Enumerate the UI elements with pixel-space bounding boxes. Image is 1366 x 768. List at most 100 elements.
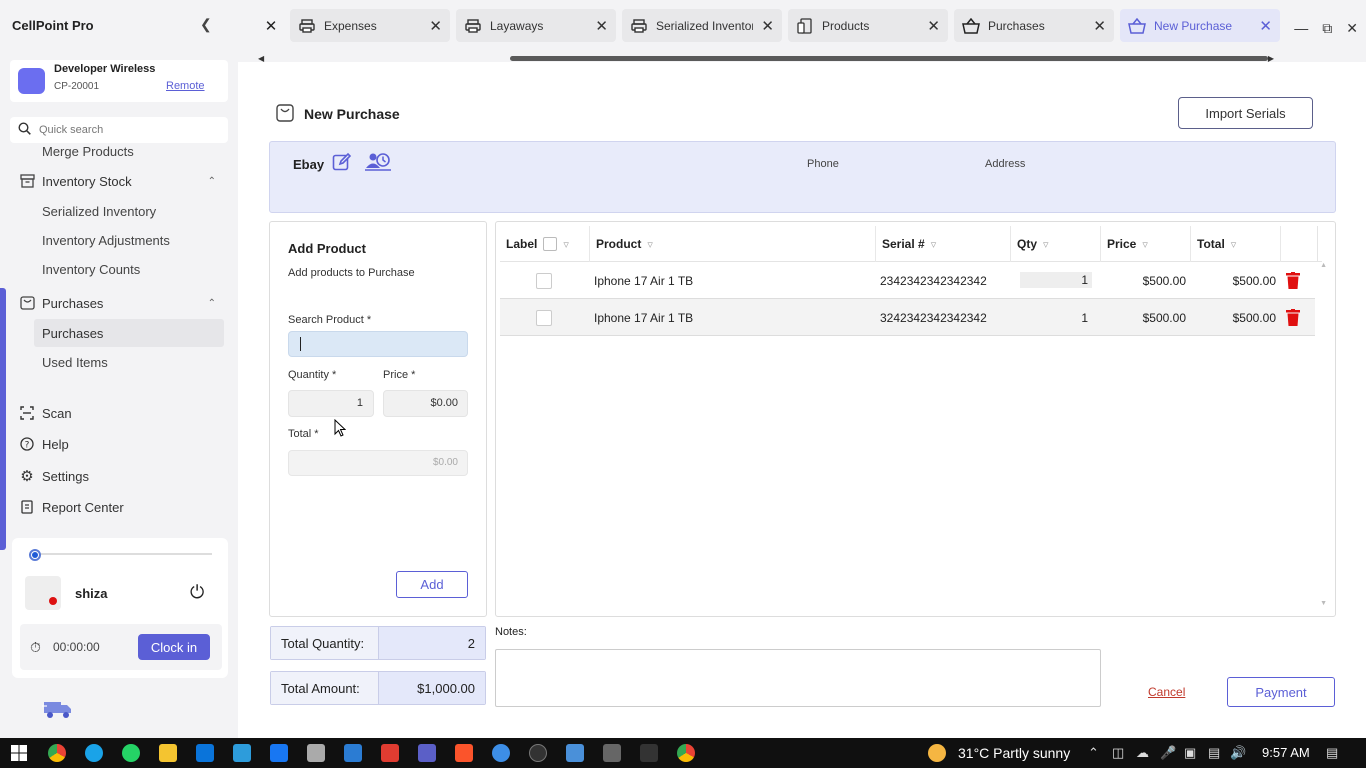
table-row[interactable]: Iphone 17 Air 1 TB 2342342342342342 1 $5…	[500, 262, 1315, 299]
power-icon[interactable]: ⏻	[190, 582, 204, 603]
calculator-icon[interactable]	[603, 744, 621, 762]
sidebar-item-settings[interactable]: ⚙ Settings	[0, 462, 238, 490]
sidebar-item-used-items[interactable]: Used Items	[0, 348, 238, 376]
windows-start-icon[interactable]	[10, 744, 28, 762]
sidebar-item-scan[interactable]: Scan	[0, 399, 238, 427]
weather-text[interactable]: 31°C Partly sunny	[958, 745, 1070, 761]
scrollbar-track[interactable]	[1317, 226, 1331, 262]
chrome-icon[interactable]	[48, 744, 66, 762]
import-serials-button[interactable]: Import Serials	[1178, 97, 1313, 129]
scroll-down-icon[interactable]: ▼	[1320, 600, 1327, 607]
chevron-up-icon[interactable]: ⌃	[1088, 745, 1099, 761]
collapse-sidebar-icon[interactable]: ❮	[200, 16, 212, 33]
app-icon[interactable]	[640, 744, 658, 762]
sidebar-item-serialized-inventory[interactable]: Serialized Inventory	[0, 197, 238, 225]
close-window-icon[interactable]: ✕	[1346, 20, 1358, 37]
sidebar-item-merge-products[interactable]: Merge Products	[0, 137, 238, 165]
filter-icon[interactable]: ▿	[647, 238, 653, 251]
filter-icon[interactable]: ▿	[931, 238, 937, 251]
sidebar-item-help[interactable]: ? Help	[0, 430, 238, 458]
chrome-icon[interactable]	[677, 744, 695, 762]
column-header-serial[interactable]: Serial # ▿	[876, 226, 1011, 262]
store-icon[interactable]	[196, 744, 214, 762]
sidebar-item-purchases[interactable]: Purchases	[34, 319, 224, 347]
teams-icon[interactable]	[418, 744, 436, 762]
filter-icon[interactable]: ▿	[1231, 238, 1237, 251]
tab-layaways[interactable]: Layaways ✕	[456, 9, 616, 42]
snipping-icon[interactable]	[233, 744, 251, 762]
add-button[interactable]: Add	[396, 571, 468, 598]
sidebar-item-inventory-adjustments[interactable]: Inventory Adjustments	[0, 226, 238, 254]
close-icon[interactable]: ✕	[1259, 17, 1272, 35]
sidebar-item-report-center[interactable]: Report Center	[0, 493, 238, 521]
column-header-product[interactable]: Product ▿	[590, 226, 876, 262]
microphone-icon[interactable]: 🎤	[1160, 745, 1176, 761]
status-slider-handle[interactable]	[29, 549, 41, 561]
column-header-label[interactable]: Label ▿	[500, 226, 590, 262]
delete-icon[interactable]	[1286, 299, 1300, 336]
sidebar-item-purchases-group[interactable]: Purchases ⌃	[0, 289, 238, 317]
payment-button[interactable]: Payment	[1227, 677, 1335, 707]
scrollbar-thumb[interactable]	[510, 56, 1268, 61]
edge-icon[interactable]	[85, 744, 103, 762]
restore-icon[interactable]: ⧉	[1322, 20, 1332, 37]
tray-icon[interactable]: ▣	[1184, 745, 1196, 761]
tab-purchases[interactable]: Purchases ✕	[954, 9, 1114, 42]
chevron-up-icon[interactable]: ⌃	[208, 298, 216, 309]
volume-icon[interactable]: 🔊	[1230, 745, 1246, 761]
delete-icon[interactable]	[1286, 262, 1300, 299]
app-icon[interactable]	[270, 744, 288, 762]
tray-icon[interactable]: ◫	[1112, 745, 1124, 761]
price-input[interactable]: $0.00	[383, 390, 468, 417]
qty-cell[interactable]: 1	[1020, 272, 1092, 288]
whatsapp-icon[interactable]	[122, 744, 140, 762]
sidebar-item-inventory-stock[interactable]: Inventory Stock ⌃	[0, 167, 238, 195]
clock[interactable]: 9:57 AM	[1262, 745, 1310, 760]
quantity-input[interactable]: 1	[288, 390, 374, 417]
account-card[interactable]: Developer Wireless CP-20001 Remote	[10, 60, 228, 102]
edit-icon[interactable]	[332, 152, 352, 175]
cloud-icon[interactable]: ☁	[1136, 745, 1149, 761]
cancel-link[interactable]: Cancel	[1148, 685, 1185, 699]
notifications-icon[interactable]: ▤	[1326, 745, 1338, 761]
column-header-total[interactable]: Total ▿	[1191, 226, 1281, 262]
weather-icon[interactable]	[928, 744, 946, 762]
tab-scrollbar[interactable]: ◀ ▶	[258, 54, 1274, 63]
tab-new-purchase[interactable]: New Purchase ✕	[1120, 9, 1280, 42]
table-row[interactable]: Iphone 17 Air 1 TB 3242342342342342 1 $5…	[500, 299, 1315, 336]
close-icon[interactable]: ✕	[595, 17, 608, 35]
close-icon[interactable]: ✕	[258, 9, 284, 43]
column-header-price[interactable]: Price ▿	[1101, 226, 1191, 262]
scroll-up-icon[interactable]: ▲	[1320, 262, 1327, 269]
remote-link[interactable]: Remote	[166, 80, 205, 92]
sidebar-item-inventory-counts[interactable]: Inventory Counts	[0, 255, 238, 283]
qty-cell[interactable]: 1	[1020, 299, 1092, 336]
app-icon[interactable]	[381, 744, 399, 762]
filter-icon[interactable]: ▿	[1142, 238, 1148, 251]
app-icon[interactable]	[492, 744, 510, 762]
vendor-history-icon[interactable]	[365, 150, 391, 175]
tab-serialized-inventory[interactable]: Serialized Inventory ✕	[622, 9, 782, 42]
close-icon[interactable]: ✕	[1093, 17, 1106, 35]
filter-icon[interactable]: ▿	[563, 238, 569, 251]
clock-in-button[interactable]: Clock in	[138, 634, 210, 660]
app-icon[interactable]	[307, 744, 325, 762]
notes-textarea[interactable]	[495, 649, 1101, 707]
filter-icon[interactable]: ▿	[1043, 238, 1049, 251]
close-icon[interactable]: ✕	[429, 17, 442, 35]
app-icon[interactable]	[566, 744, 584, 762]
minimize-icon[interactable]: —	[1294, 20, 1308, 37]
file-explorer-icon[interactable]	[159, 744, 177, 762]
status-slider[interactable]	[30, 553, 212, 555]
chevron-up-icon[interactable]: ⌃	[208, 176, 216, 187]
network-icon[interactable]: ▤	[1208, 745, 1220, 761]
search-product-input[interactable]	[288, 331, 468, 357]
delivery-truck-icon[interactable]	[42, 698, 74, 723]
column-header-qty[interactable]: Qty ▿	[1011, 226, 1101, 262]
close-icon[interactable]: ✕	[761, 17, 774, 35]
brave-icon[interactable]	[455, 744, 473, 762]
row-checkbox[interactable]	[536, 272, 552, 289]
tab-products[interactable]: Products ✕	[788, 9, 948, 42]
app-icon[interactable]	[529, 744, 547, 762]
row-checkbox[interactable]	[536, 309, 552, 326]
